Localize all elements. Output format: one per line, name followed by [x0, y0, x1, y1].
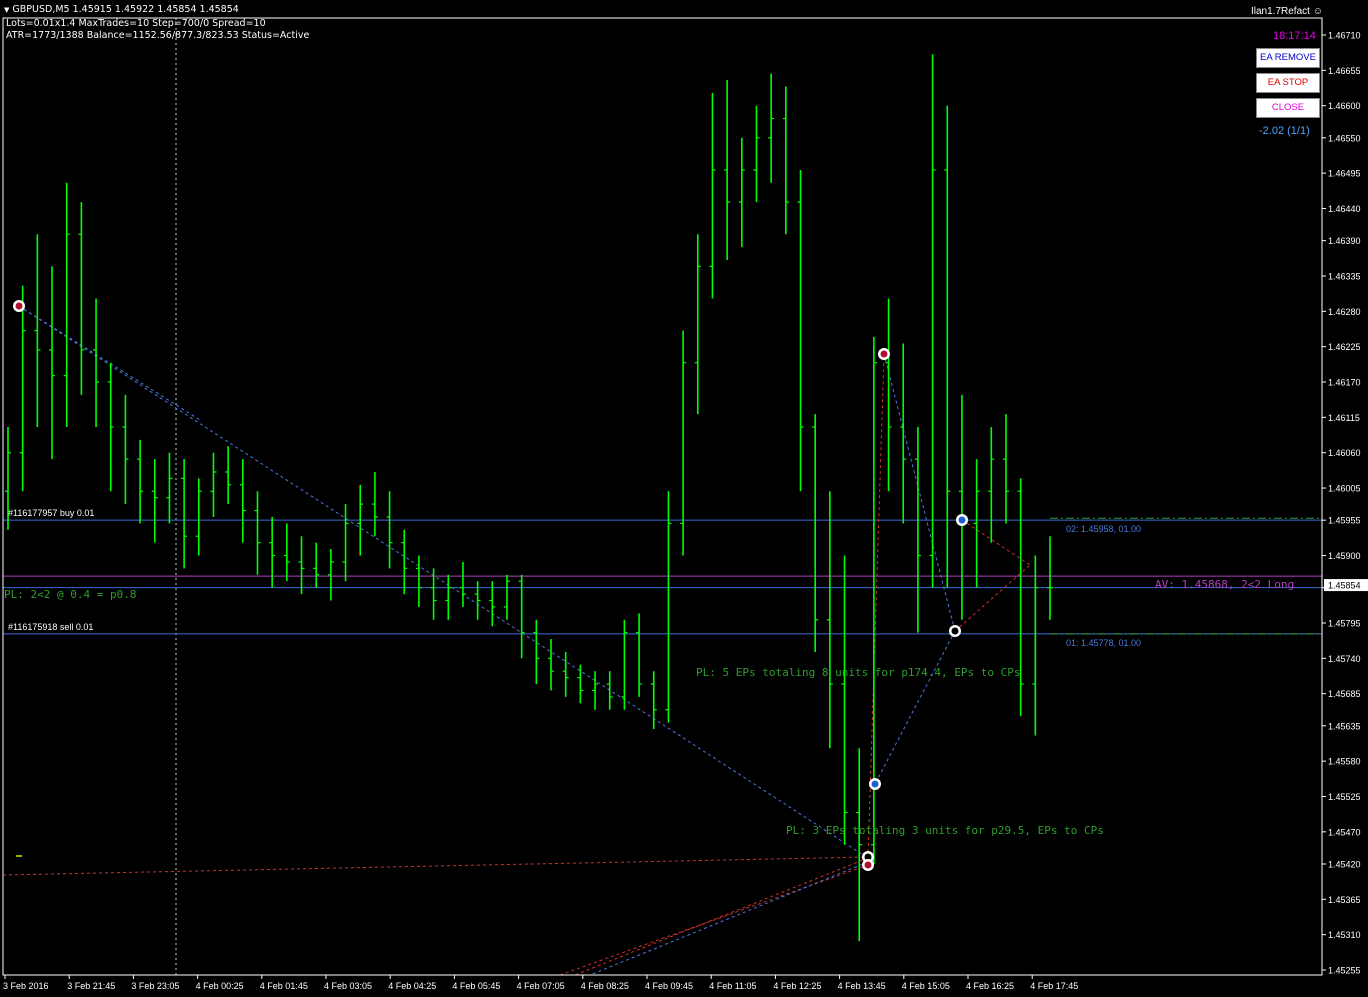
y-tick-label: 1.45420	[1328, 859, 1361, 869]
x-tick-label: 3 Feb 21:45	[67, 981, 115, 991]
trade-connection-line	[883, 353, 956, 632]
trade-connection-line	[574, 857, 869, 976]
x-tick-label: 4 Feb 09:45	[645, 981, 693, 991]
y-tick-label: 1.46495	[1328, 169, 1361, 179]
y-tick-label: 1.45580	[1328, 757, 1361, 767]
current-price-label: 1.45854	[1328, 581, 1361, 591]
y-tick-label: 1.45525	[1328, 792, 1361, 802]
y-tick-label: 1.45255	[1328, 966, 1361, 976]
ea-name: Ilan1.7Refact ☺	[1251, 6, 1323, 17]
profit-annotation: PL: 3 EPs totaling 3 units for p29.5, EP…	[786, 824, 1104, 837]
profit-annotation: PL: 5 EPs totaling 8 units for p174.4, E…	[696, 666, 1021, 679]
trade-marker-dot	[871, 780, 879, 788]
trade-marker-dot	[880, 350, 888, 358]
trade-connection-line	[559, 864, 869, 976]
trade-lines	[2, 305, 1031, 976]
y-tick-label: 1.45740	[1328, 654, 1361, 664]
x-tick-label: 4 Feb 01:45	[260, 981, 308, 991]
close-button[interactable]: CLOSE	[1256, 98, 1320, 118]
y-tick-label: 1.46225	[1328, 342, 1361, 352]
price-line-label: AV: 1.45868, 2<2 Long	[1155, 578, 1294, 591]
y-tick-label: 1.45685	[1328, 689, 1361, 699]
x-tick-label: 4 Feb 13:45	[838, 981, 886, 991]
smiley-icon: ☺	[1312, 6, 1323, 17]
trade-marker-dot	[958, 516, 966, 524]
y-tick-label: 1.46710	[1328, 31, 1361, 41]
params-line: Lots=0.01x1.4 MaxTrades=10 Step=700/0 Sp…	[6, 18, 266, 29]
trade-connection-line	[954, 564, 1031, 632]
y-tick-label: 1.45365	[1328, 895, 1361, 905]
trade-connection-line	[874, 630, 956, 785]
y-tick-label: 1.46390	[1328, 236, 1361, 246]
order-label: #116175918 sell 0.01	[8, 622, 93, 632]
x-tick-label: 4 Feb 07:05	[517, 981, 565, 991]
x-tick-label: 4 Feb 15:05	[902, 981, 950, 991]
price-bars	[5, 54, 1053, 942]
x-tick-label: 4 Feb 11:05	[709, 981, 756, 991]
x-tick-label: 4 Feb 00:25	[196, 981, 244, 991]
y-tick-label: 1.46600	[1328, 101, 1361, 111]
y-tick-label: 1.45635	[1328, 721, 1361, 731]
ea-time: 18:17:14	[1273, 30, 1316, 42]
x-tick-label: 4 Feb 05:45	[452, 981, 500, 991]
y-tick-label: 1.45795	[1328, 618, 1361, 628]
order-label: #116177957 buy 0.01	[8, 508, 94, 518]
trade-connection-line	[589, 861, 869, 976]
y-tick-label: 1.46005	[1328, 484, 1361, 494]
plot-frame	[2, 17, 1323, 976]
dropdown-triangle-icon[interactable]: ▼	[4, 6, 9, 14]
trade-marker-dot	[15, 302, 23, 310]
y-tick-label: 1.46280	[1328, 307, 1361, 317]
trade-connection-line	[18, 305, 201, 421]
ea-name-text: Ilan1.7Refact	[1251, 6, 1310, 17]
status-line: ATR=1773/1388 Balance=1152.56/877.3/823.…	[6, 30, 310, 41]
x-tick-label: 4 Feb 12:25	[773, 981, 821, 991]
x-tick-label: 4 Feb 08:25	[581, 981, 629, 991]
y-tick-label: 1.46335	[1328, 271, 1361, 281]
price-lines	[3, 517, 1322, 635]
trade-markers	[13, 300, 968, 871]
x-tick-label: 4 Feb 17:45	[1030, 981, 1078, 991]
x-tick-label: 4 Feb 16:25	[966, 981, 1014, 991]
y-tick-label: 1.46060	[1328, 448, 1361, 458]
symbol-text: GBPUSD,M5 1.45915 1.45922 1.45854 1.4585…	[12, 4, 239, 15]
ea-profit-loss: -2.02 (1/1)	[1259, 125, 1310, 137]
trade-connection-line	[961, 519, 1031, 566]
y-tick-label: 1.45310	[1328, 930, 1361, 940]
x-tick-label: 4 Feb 04:25	[388, 981, 436, 991]
y-tick-label: 1.46115	[1328, 413, 1360, 423]
ea-remove-button[interactable]: EA REMOVE	[1256, 48, 1320, 68]
profit-annotation: PL: 2<2 @ 0.4 = p0.8	[4, 588, 136, 601]
y-tick-label: 1.45900	[1328, 551, 1361, 561]
price-chart[interactable]: 1.46710 1.46655 1.46600 1.46550 1.46495 1.464…	[0, 0, 1368, 997]
y-tick-label: 1.45470	[1328, 827, 1361, 837]
trade-marker-dot	[951, 627, 959, 635]
y-tick-label: 1.46440	[1328, 204, 1361, 214]
x-tick-label: 3 Feb 2016	[3, 981, 49, 991]
y-tick-label: 1.45955	[1328, 516, 1361, 526]
trade-marker-dot	[864, 861, 872, 869]
symbol-line: ▼ GBPUSD,M5 1.45915 1.45922 1.45854 1.45…	[4, 4, 239, 15]
price-line-label: 02: 1.45958, 01.00	[1066, 524, 1141, 534]
chart-labels: #116177957 buy 0.01 02: 1.45958, 01.00 AV:…	[4, 508, 1294, 857]
y-tick-label: 1.46550	[1328, 133, 1361, 143]
y-tick-label: 1.46170	[1328, 378, 1361, 388]
y-tick-label: 1.46655	[1328, 66, 1361, 76]
trade-connection-line	[2, 856, 869, 876]
trade-connection-line	[18, 305, 869, 859]
ea-stop-button[interactable]: EA STOP	[1256, 73, 1320, 93]
price-line-label: 01: 1.45778, 01.00	[1066, 638, 1141, 648]
chart-axes: 1.46710 1.46655 1.46600 1.46550 1.46495 1.464…	[2, 17, 1368, 991]
x-tick-label: 4 Feb 03:05	[324, 981, 372, 991]
x-tick-label: 3 Feb 23:05	[131, 981, 179, 991]
